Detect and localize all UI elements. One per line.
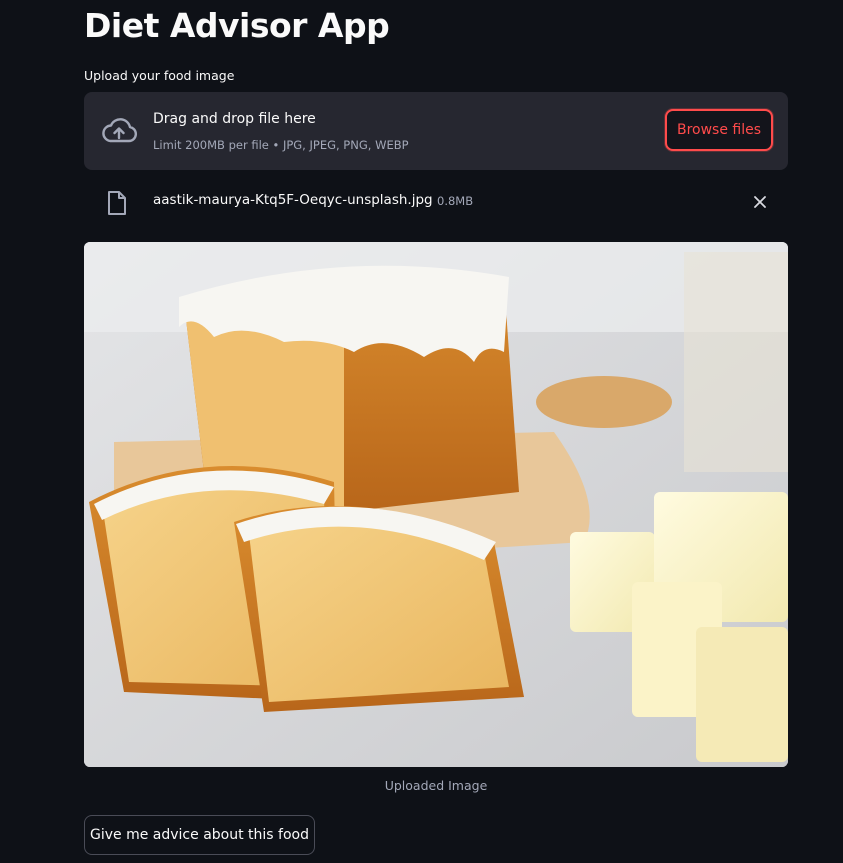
app-page: Diet Advisor App Upload your food image … [0,0,843,863]
food-photo-illustration [84,242,788,767]
file-dropzone[interactable]: Drag and drop file here Limit 200MB per … [84,92,788,170]
get-advice-button[interactable]: Give me advice about this food [84,815,315,855]
page-title: Diet Advisor App [84,6,390,45]
file-icon [108,191,126,215]
file-name: aastik-maurya-Ktq5F-Oeqyc-unsplash.jpg [153,192,433,208]
dropzone-title: Drag and drop file here [153,111,316,127]
image-caption: Uploaded Image [384,778,488,793]
uploaded-file-row: aastik-maurya-Ktq5F-Oeqyc-unsplash.jpg 0… [84,182,788,222]
uploader-label: Upload your food image [84,68,235,83]
uploaded-image [84,242,788,767]
close-icon[interactable] [753,195,767,209]
cloud-upload-icon [102,118,138,143]
file-size: 0.8MB [437,194,474,208]
dropzone-subtitle: Limit 200MB per file • JPG, JPEG, PNG, W… [153,138,409,152]
browse-files-button[interactable]: Browse files [665,109,773,151]
